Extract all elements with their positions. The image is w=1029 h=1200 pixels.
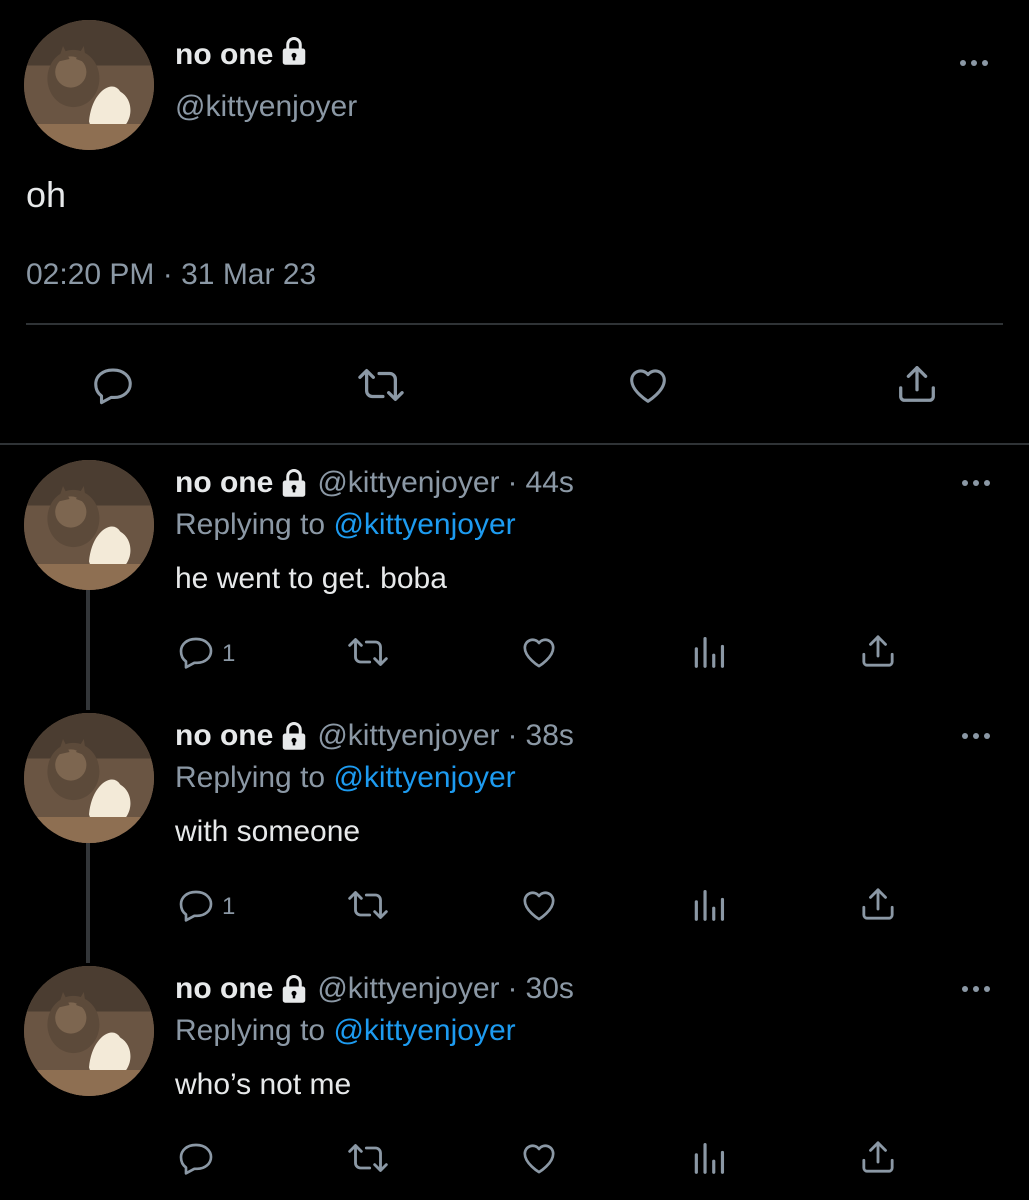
replying-to-label: Replying to	[175, 508, 326, 541]
avatar[interactable]	[24, 713, 154, 843]
separator: ·	[507, 466, 518, 499]
thread-line	[86, 843, 90, 963]
replying-to-label: Replying to	[175, 1014, 326, 1047]
share-icon[interactable]	[858, 883, 898, 925]
tweet-time: 02:20 PM	[26, 258, 155, 291]
display-name[interactable]: no one	[175, 972, 273, 1006]
replying-to-label: Replying to	[175, 761, 326, 794]
reply-count: 1	[222, 893, 236, 920]
reply-icon[interactable]	[176, 1138, 216, 1178]
heart-icon[interactable]	[518, 1138, 560, 1178]
lock-icon	[279, 468, 309, 498]
analytics-icon[interactable]	[690, 885, 728, 925]
more-icon[interactable]	[962, 986, 990, 992]
handle[interactable]: @kittyenjoyer	[317, 466, 499, 500]
handle[interactable]: @kittyenjoyer	[317, 719, 499, 753]
share-icon[interactable]	[894, 360, 940, 408]
display-name[interactable]: no one	[175, 36, 309, 74]
timestamp-separator: ·	[162, 258, 173, 291]
cat-photo-icon	[24, 966, 154, 1096]
reply-text: he went to get. boba	[175, 562, 447, 595]
avatar[interactable]	[24, 966, 154, 1096]
reply-text: with someone	[175, 815, 361, 848]
reply-icon[interactable]	[176, 632, 216, 672]
avatar[interactable]	[24, 20, 154, 150]
heart-icon[interactable]	[518, 885, 560, 925]
retweet-icon[interactable]	[344, 1138, 392, 1178]
analytics-icon[interactable]	[690, 1138, 728, 1178]
retweet-icon[interactable]	[344, 885, 392, 925]
retweet-icon[interactable]	[344, 632, 392, 672]
display-name[interactable]: no one	[175, 719, 273, 753]
handle[interactable]: @kittyenjoyer	[175, 90, 357, 124]
reply-header: no one @kittyenjoyer · 38s	[175, 719, 574, 753]
retweet-icon[interactable]	[354, 362, 408, 408]
separator: ·	[507, 719, 518, 752]
replying-to: Replying to @kittyenjoyer	[175, 508, 516, 542]
timestamp[interactable]: 02:20 PM · 31 Mar 23	[26, 258, 316, 292]
section-divider	[0, 443, 1029, 445]
display-name-text: no one	[175, 38, 274, 71]
more-icon[interactable]	[960, 60, 988, 66]
tweet-thread-page: no one @kittyenjoyer oh 02:20 PM · 31 Ma…	[0, 0, 1029, 1200]
reply-age[interactable]: 30s	[526, 972, 574, 1006]
lock-icon	[279, 36, 309, 74]
lock-icon	[279, 974, 309, 1004]
reply-header: no one @kittyenjoyer · 30s	[175, 972, 574, 1006]
separator: ·	[507, 972, 518, 1005]
reply-count: 1	[222, 640, 236, 667]
mention-link[interactable]: @kittyenjoyer	[333, 508, 515, 541]
thread-line	[86, 590, 90, 710]
reply-age[interactable]: 38s	[526, 719, 574, 753]
heart-icon[interactable]	[624, 362, 672, 408]
replying-to: Replying to @kittyenjoyer	[175, 1014, 516, 1048]
more-icon[interactable]	[962, 733, 990, 739]
mention-link[interactable]: @kittyenjoyer	[333, 1014, 515, 1047]
reply-age[interactable]: 44s	[526, 466, 574, 500]
tweet-date: 31 Mar 23	[181, 258, 317, 291]
cat-photo-icon	[24, 713, 154, 843]
reply-icon[interactable]	[90, 362, 136, 408]
handle[interactable]: @kittyenjoyer	[317, 972, 499, 1006]
more-icon[interactable]	[962, 480, 990, 486]
reply-text: who’s not me	[175, 1068, 352, 1101]
heart-icon[interactable]	[518, 632, 560, 672]
analytics-icon[interactable]	[690, 632, 728, 672]
cat-photo-icon	[24, 20, 154, 150]
reply-icon[interactable]	[176, 885, 216, 925]
cat-photo-icon	[24, 460, 154, 590]
display-name[interactable]: no one	[175, 466, 273, 500]
share-icon[interactable]	[858, 630, 898, 672]
replying-to: Replying to @kittyenjoyer	[175, 761, 516, 795]
avatar[interactable]	[24, 460, 154, 590]
reply-header: no one @kittyenjoyer · 44s	[175, 466, 574, 500]
lock-icon	[279, 721, 309, 751]
mention-link[interactable]: @kittyenjoyer	[333, 761, 515, 794]
tweet-text: oh	[26, 174, 67, 215]
share-icon[interactable]	[858, 1136, 898, 1178]
divider	[26, 323, 1003, 325]
